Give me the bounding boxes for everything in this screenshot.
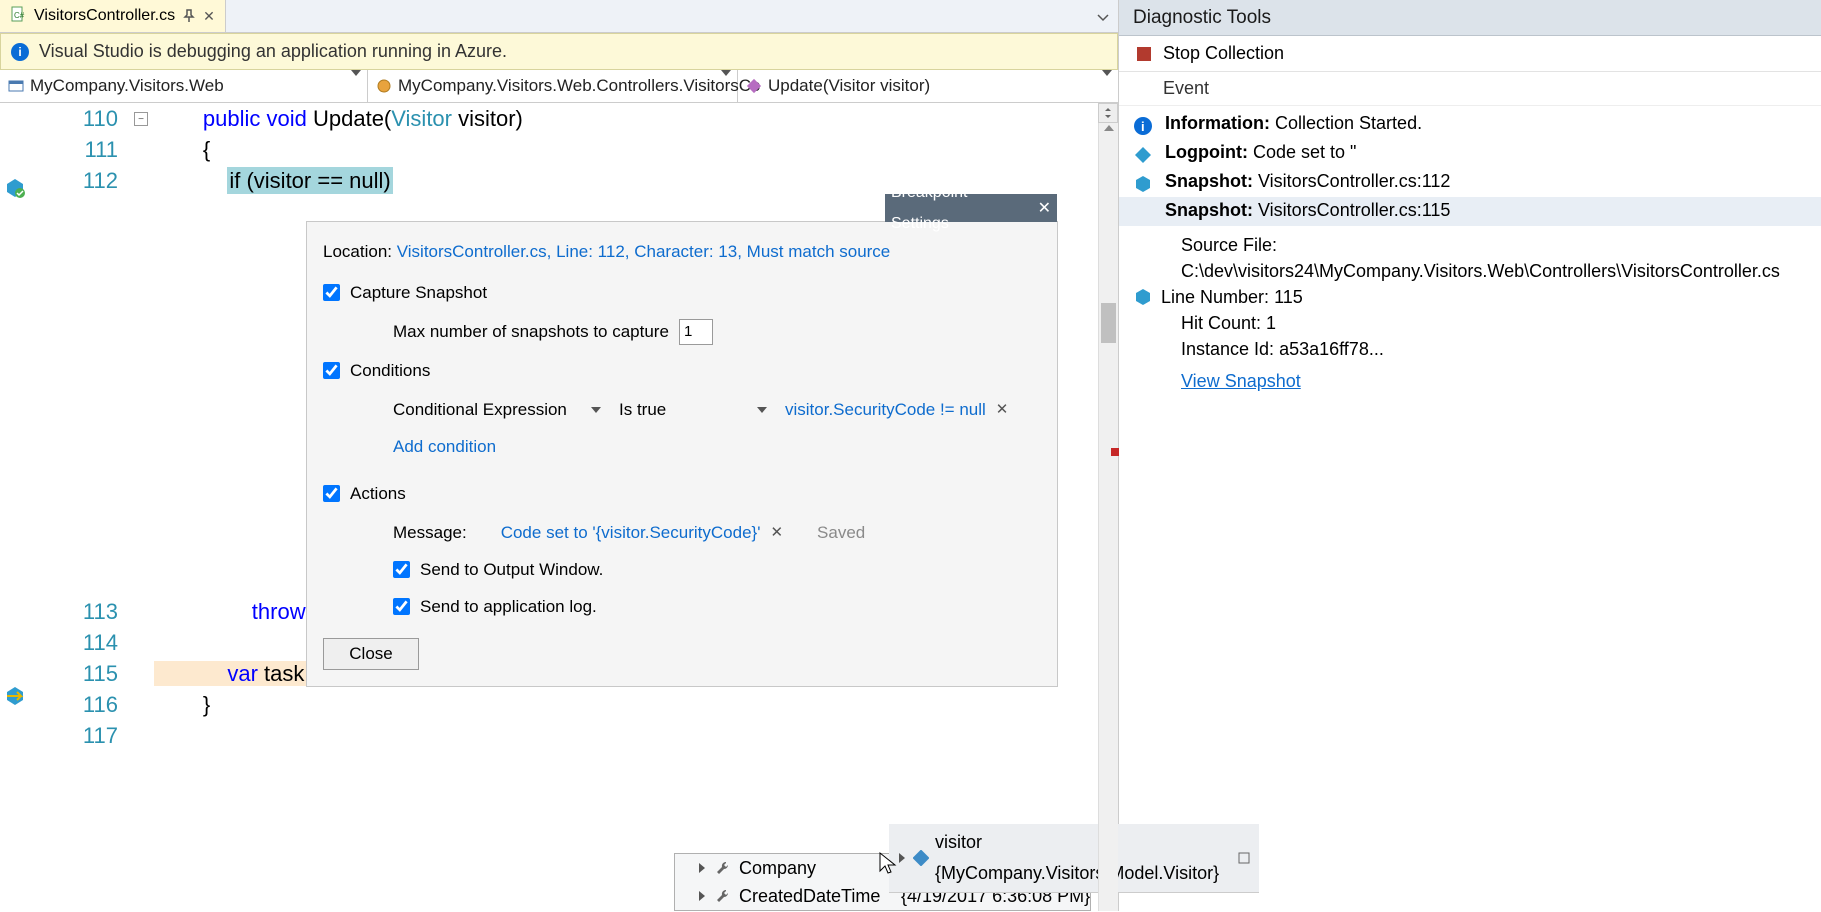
condition-op-select[interactable]: Is true bbox=[619, 396, 775, 424]
capture-snapshot-label: Capture Snapshot bbox=[350, 277, 487, 308]
info-icon: i bbox=[11, 43, 29, 61]
split-icon[interactable] bbox=[1098, 103, 1118, 123]
chevron-down-icon bbox=[591, 407, 601, 413]
message-label: Message: bbox=[393, 517, 467, 548]
file-tab[interactable]: C# VisitorsController.cs ✕ bbox=[0, 0, 226, 32]
diagnostic-tools-panel: Diagnostic Tools Stop Collection Event i… bbox=[1119, 0, 1821, 911]
pin-icon[interactable] bbox=[183, 9, 195, 23]
navigation-dropdowns: MyCompany.Visitors.Web MyCompany.Visitor… bbox=[0, 70, 1118, 103]
send-log-checkbox[interactable] bbox=[393, 598, 410, 615]
breakpoint-settings-title: Breakpoint Settings bbox=[891, 177, 1026, 239]
wrench-icon bbox=[715, 860, 731, 876]
scroll-up-icon[interactable] bbox=[1104, 125, 1114, 131]
actions-label: Actions bbox=[350, 478, 406, 509]
expand-icon[interactable] bbox=[697, 891, 707, 901]
snapshot-icon bbox=[1133, 287, 1153, 307]
send-log-label: Send to application log. bbox=[420, 591, 597, 622]
debug-info-text: Visual Studio is debugging an applicatio… bbox=[39, 41, 507, 62]
chevron-down-icon bbox=[757, 407, 767, 413]
delete-message-icon[interactable]: ✕ bbox=[770, 517, 783, 548]
method-dropdown[interactable]: Update(Visitor visitor) bbox=[738, 70, 1118, 102]
project-dropdown-label: MyCompany.Visitors.Web bbox=[30, 76, 224, 96]
location-link[interactable]: VisitorsController.cs, Line: 112, Charac… bbox=[397, 242, 891, 261]
breakpoint-settings-panel: Breakpoint Settings ✕ Location: Visitors… bbox=[306, 221, 1058, 687]
class-dropdown-label: MyCompany.Visitors.Web.Controllers.Visit… bbox=[398, 76, 760, 96]
property-name: CreatedDateTime bbox=[739, 881, 880, 912]
event-list: i Information: Collection Started. Logpo… bbox=[1119, 106, 1821, 404]
chevron-down-icon bbox=[721, 76, 731, 96]
event-item-information[interactable]: i Information: Collection Started. bbox=[1119, 110, 1821, 139]
snapshot-icon bbox=[1133, 174, 1153, 194]
stop-collection-label: Stop Collection bbox=[1163, 43, 1284, 64]
method-icon bbox=[746, 78, 762, 94]
message-value[interactable]: Code set to '{visitor.SecurityCode}' bbox=[501, 517, 761, 548]
scroll-thumb[interactable] bbox=[1101, 303, 1116, 343]
class-dropdown[interactable]: MyCompany.Visitors.Web.Controllers.Visit… bbox=[368, 70, 738, 102]
property-name: Company bbox=[739, 853, 816, 884]
vertical-scrollbar[interactable] bbox=[1098, 103, 1118, 911]
saved-label: Saved bbox=[817, 517, 865, 548]
send-output-label: Send to Output Window. bbox=[420, 554, 603, 585]
expand-icon[interactable] bbox=[897, 853, 907, 863]
svg-text:i: i bbox=[1141, 119, 1145, 134]
chevron-down-icon bbox=[1102, 76, 1112, 96]
code-editor[interactable]: 110 111 112 113 114 115 116 117 − public… bbox=[0, 103, 1118, 911]
max-snapshots-input[interactable] bbox=[679, 319, 713, 345]
event-item-logpoint[interactable]: Logpoint: Code set to " bbox=[1119, 139, 1821, 168]
stop-icon bbox=[1137, 47, 1151, 61]
close-tab-icon[interactable]: ✕ bbox=[203, 8, 215, 25]
breakpoint-gutter[interactable] bbox=[0, 103, 32, 911]
event-item-snapshot[interactable]: Snapshot: VisitorsController.cs:112 bbox=[1119, 168, 1821, 197]
conditions-label: Conditions bbox=[350, 355, 430, 386]
conditions-checkbox[interactable] bbox=[323, 362, 340, 379]
wrench-icon bbox=[715, 888, 731, 904]
mouse-cursor-icon bbox=[878, 851, 898, 877]
fold-toggle[interactable]: − bbox=[134, 112, 148, 126]
event-header: Event bbox=[1119, 72, 1821, 106]
fold-column: − bbox=[130, 103, 154, 911]
diagnostic-tools-title: Diagnostic Tools bbox=[1119, 0, 1821, 36]
close-icon[interactable]: ✕ bbox=[1038, 193, 1051, 224]
condition-expression[interactable]: visitor.SecurityCode != null bbox=[785, 394, 986, 425]
line-numbers: 110 111 112 113 114 115 116 117 bbox=[32, 103, 130, 911]
selected-code: if (visitor == null) bbox=[227, 167, 392, 194]
actions-checkbox[interactable] bbox=[323, 485, 340, 502]
close-button[interactable]: Close bbox=[323, 638, 419, 670]
project-icon bbox=[8, 78, 24, 94]
snappoint-current-icon[interactable] bbox=[4, 685, 26, 707]
project-dropdown[interactable]: MyCompany.Visitors.Web bbox=[0, 70, 368, 102]
view-snapshot-link[interactable]: View Snapshot bbox=[1181, 371, 1301, 391]
data-tip-header[interactable]: visitor {MyCompany.Visitors.Model.Visito… bbox=[889, 824, 1259, 893]
max-snapshots-label: Max number of snapshots to capture bbox=[393, 316, 669, 347]
event-detail: Source File: C:\dev\visitors24\MyCompany… bbox=[1119, 226, 1821, 400]
tab-overflow-icon[interactable] bbox=[1094, 8, 1112, 26]
logpoint-icon bbox=[1133, 145, 1153, 165]
expand-icon[interactable] bbox=[697, 863, 707, 873]
condition-type-select[interactable]: Conditional Expression bbox=[393, 396, 609, 424]
stop-collection-button[interactable]: Stop Collection bbox=[1119, 36, 1821, 72]
code-content[interactable]: public void Update(Visitor visitor) { if… bbox=[154, 103, 1098, 911]
location-label: Location: bbox=[323, 242, 397, 261]
class-icon bbox=[376, 78, 392, 94]
object-icon bbox=[913, 850, 929, 866]
info-icon: i bbox=[1133, 116, 1153, 136]
breakpoint-settings-titlebar: Breakpoint Settings ✕ bbox=[885, 194, 1057, 222]
pin-icon[interactable] bbox=[1237, 851, 1251, 865]
file-tab-label: VisitorsController.cs bbox=[34, 7, 175, 25]
delete-condition-icon[interactable]: ✕ bbox=[996, 394, 1009, 425]
method-dropdown-label: Update(Visitor visitor) bbox=[768, 76, 930, 96]
debug-info-bar: i Visual Studio is debugging an applicat… bbox=[0, 33, 1118, 70]
file-icon: C# bbox=[10, 6, 26, 27]
snappoint-icon[interactable] bbox=[4, 177, 26, 199]
chevron-down-icon bbox=[351, 76, 361, 96]
svg-text:C#: C# bbox=[14, 11, 25, 20]
tab-bar: C# VisitorsController.cs ✕ bbox=[0, 0, 1118, 33]
scrollbar-marker bbox=[1111, 448, 1119, 456]
capture-snapshot-checkbox[interactable] bbox=[323, 284, 340, 301]
send-output-checkbox[interactable] bbox=[393, 561, 410, 578]
event-item-snapshot-selected[interactable]: Snapshot: VisitorsController.cs:115 bbox=[1119, 197, 1821, 226]
add-condition-link[interactable]: Add condition bbox=[393, 431, 496, 462]
data-tip-header-text: visitor {MyCompany.Visitors.Model.Visito… bbox=[935, 827, 1225, 889]
